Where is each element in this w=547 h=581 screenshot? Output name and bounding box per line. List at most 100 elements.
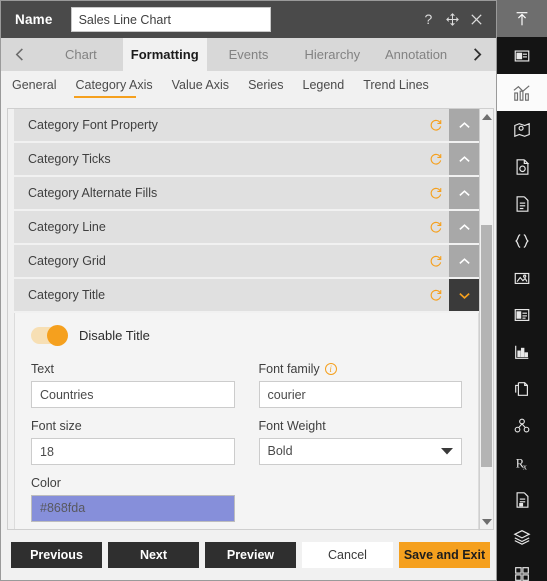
color-label: Color xyxy=(31,476,61,490)
tab-events-label: Events xyxy=(228,47,269,62)
refresh-icon[interactable] xyxy=(423,152,449,166)
upload-arrow-icon[interactable] xyxy=(497,0,547,37)
refresh-icon[interactable] xyxy=(423,254,449,268)
tab-chart[interactable]: Chart xyxy=(39,38,123,71)
document-icon[interactable] xyxy=(497,185,547,222)
refresh-icon[interactable] xyxy=(423,118,449,132)
subtab-legend[interactable]: Legend xyxy=(302,75,346,99)
tab-events[interactable]: Events xyxy=(206,38,291,71)
tab-formatting[interactable]: Formatting xyxy=(122,38,207,71)
accordion-row-category-line[interactable]: Category Line xyxy=(14,211,479,243)
color-swatch-input[interactable]: #868fda xyxy=(31,495,235,522)
help-icon[interactable]: ? xyxy=(423,12,436,27)
chevron-up-icon[interactable] xyxy=(449,109,479,141)
layers-icon[interactable] xyxy=(497,518,547,555)
subtab-trend-lines[interactable]: Trend Lines xyxy=(362,75,430,99)
refresh-icon[interactable] xyxy=(423,288,449,302)
accordion-row-category-title[interactable]: Category Title xyxy=(14,279,479,311)
preview-button[interactable]: Preview xyxy=(205,542,296,568)
chevron-up-icon[interactable] xyxy=(449,143,479,175)
accordion-scroll-pane: Category Font Property Category Ticks Ca… xyxy=(7,108,479,530)
font-family-label-text: Font family xyxy=(258,362,320,376)
toggle-knob xyxy=(47,325,68,346)
map-icon[interactable] xyxy=(497,111,547,148)
info-icon[interactable]: i xyxy=(324,363,337,375)
vertical-scrollbar[interactable] xyxy=(479,108,494,530)
cancel-button[interactable]: Cancel xyxy=(302,542,393,568)
refresh-icon[interactable] xyxy=(423,220,449,234)
dialog-footer: Previous Next Preview Cancel Save and Ex… xyxy=(1,530,496,580)
accordion-row-category-grid[interactable]: Category Grid xyxy=(14,245,479,277)
refresh-icon[interactable] xyxy=(423,186,449,200)
bar-chart-icon[interactable] xyxy=(497,74,547,111)
next-button[interactable]: Next xyxy=(108,542,199,568)
copy-document-icon[interactable] xyxy=(497,370,547,407)
document-refresh-icon[interactable] xyxy=(497,148,547,185)
scroll-down-arrow-icon[interactable] xyxy=(480,514,493,529)
scrollbar-thumb[interactable] xyxy=(481,225,492,468)
subtab-value-axis[interactable]: Value Axis xyxy=(171,75,230,99)
prescription-rx-icon[interactable]: Rx xyxy=(497,444,547,481)
tabs-prev-arrow[interactable] xyxy=(1,38,39,71)
chart-name-input[interactable] xyxy=(70,7,271,32)
font-family-field-group: Font family i xyxy=(258,362,462,408)
accordion-label: Category Font Property xyxy=(28,118,158,132)
accordion-row-category-font-property[interactable]: Category Font Property xyxy=(14,109,479,141)
tab-hierarchy[interactable]: Hierarchy xyxy=(290,38,375,71)
tab-formatting-label: Formatting xyxy=(130,47,199,62)
form-layout-icon[interactable] xyxy=(497,296,547,333)
accordion-row-category-alternate-fills[interactable]: Category Alternate Fills xyxy=(14,177,479,209)
tabs-next-arrow[interactable] xyxy=(457,38,496,71)
text-label: Text xyxy=(31,362,54,376)
font-weight-field-group: Font Weight Bold xyxy=(258,419,462,465)
main-tab-strip: Chart Formatting Events Hierarchy Annota… xyxy=(1,38,496,71)
chevron-up-icon[interactable] xyxy=(449,245,479,277)
svg-text:?: ? xyxy=(425,12,433,27)
layout-panel-icon[interactable] xyxy=(497,37,547,74)
font-size-input[interactable] xyxy=(31,438,235,465)
titlebar-icons: ? xyxy=(423,12,488,27)
report-document-icon[interactable] xyxy=(497,481,547,518)
chart-properties-dialog-window: Name ? xyxy=(0,0,547,581)
font-size-label: Font size xyxy=(31,419,82,433)
accordion-label: Category Grid xyxy=(28,254,106,268)
chevron-up-icon[interactable] xyxy=(449,211,479,243)
tab-annotation[interactable]: Annotation xyxy=(374,38,458,71)
save-and-exit-button[interactable]: Save and Exit xyxy=(399,542,490,568)
caret-down-icon xyxy=(441,439,453,464)
dialog-titlebar: Name ? xyxy=(1,1,496,38)
tab-annotation-label: Annotation xyxy=(385,47,448,62)
grid-squares-icon[interactable] xyxy=(497,555,547,581)
font-weight-select[interactable]: Bold xyxy=(258,438,462,465)
subtab-category-axis[interactable]: Category Axis xyxy=(74,75,153,99)
disable-title-toggle[interactable] xyxy=(31,325,68,346)
svg-text:x: x xyxy=(523,462,527,471)
image-icon[interactable] xyxy=(497,259,547,296)
text-input[interactable] xyxy=(31,381,235,408)
subtab-general[interactable]: General xyxy=(11,75,57,99)
close-icon[interactable] xyxy=(469,12,484,27)
subtab-series[interactable]: Series xyxy=(247,75,284,99)
hierarchy-icon[interactable] xyxy=(497,407,547,444)
scroll-up-arrow-icon[interactable] xyxy=(480,109,493,124)
tab-chart-label: Chart xyxy=(65,47,97,62)
scrollbar-track[interactable] xyxy=(480,124,493,514)
chevron-up-icon[interactable] xyxy=(449,177,479,209)
accordion-label: Category Line xyxy=(28,220,106,234)
previous-button[interactable]: Previous xyxy=(11,542,102,568)
analytics-chart-icon[interactable] xyxy=(497,333,547,370)
font-weight-label: Font Weight xyxy=(258,419,326,433)
color-field-group: Color #868fda xyxy=(31,476,235,522)
accordion-row-category-ticks[interactable]: Category Ticks xyxy=(14,143,479,175)
right-toolbar-rail: Rx xyxy=(497,0,547,581)
accordion-label: Category Title xyxy=(28,288,106,302)
accordion-label: Category Ticks xyxy=(28,152,111,166)
code-braces-icon[interactable] xyxy=(497,222,547,259)
font-weight-value: Bold xyxy=(267,444,293,458)
chevron-down-icon[interactable] xyxy=(449,279,479,311)
tab-hierarchy-label: Hierarchy xyxy=(304,47,361,62)
disable-title-toggle-row: Disable Title xyxy=(31,325,462,346)
move-icon[interactable] xyxy=(445,12,460,27)
disable-title-label: Disable Title xyxy=(79,328,150,343)
font-family-input[interactable] xyxy=(258,381,462,408)
